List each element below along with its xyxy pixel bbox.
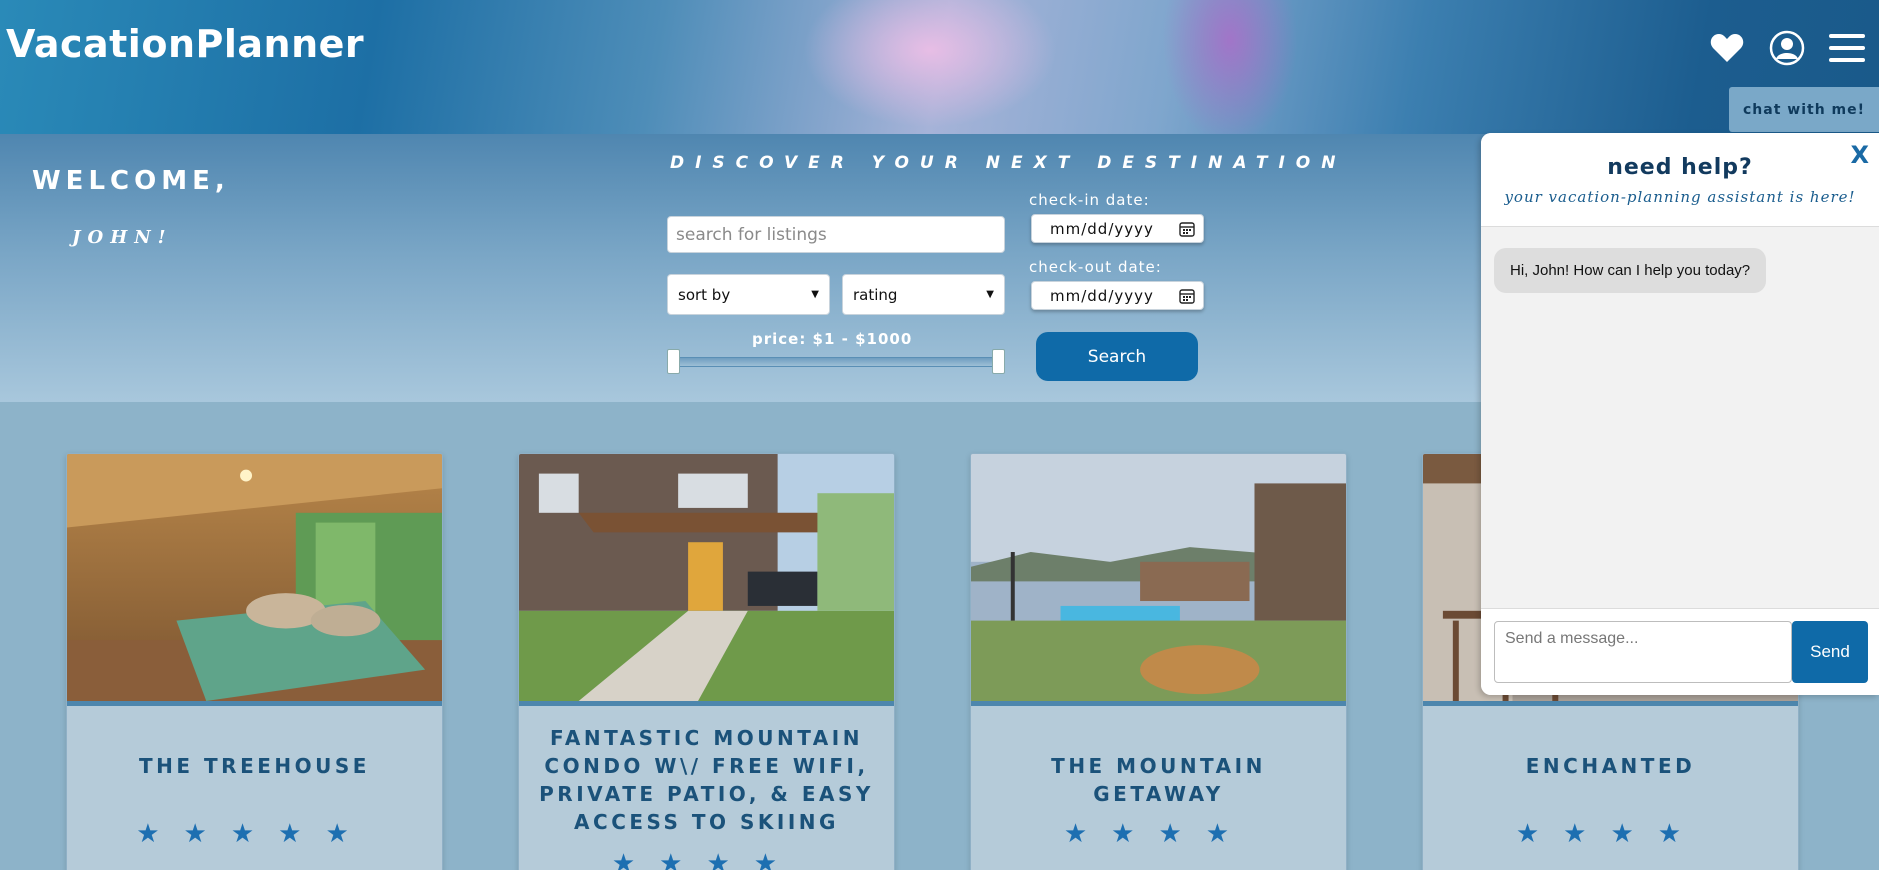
heart-icon [1710,34,1744,62]
search-input[interactable] [667,216,1005,253]
listing-photo[interactable] [519,454,894,706]
listing-photo[interactable] [67,454,442,706]
search-button[interactable]: Search [1036,332,1198,381]
calendar-icon[interactable] [1179,288,1195,304]
app-logo[interactable]: VacationPlanner [6,22,364,66]
price-min-handle[interactable] [667,349,680,374]
chat-panel: need help? your vacation-planning assist… [1481,133,1879,695]
chat-message: Hi, John! How can I help you today? [1494,248,1767,293]
checkout-value: mm/dd/yyyy [1050,286,1154,305]
price-range-label: price: $1 - $1000 [752,330,913,348]
listing-title[interactable]: THE TREEHOUSE [77,752,432,780]
header-icons [1707,28,1867,68]
sort-order-label: rating [853,285,898,304]
listing-title[interactable]: ENCHANTED [1433,752,1788,780]
account-button[interactable] [1767,28,1807,68]
price-slider-track[interactable] [670,357,1004,367]
welcome-name: JOHN! [72,227,173,248]
listing-card[interactable]: THE TREEHOUSE ★★★★★ [66,453,443,870]
chat-tab-button[interactable]: chat with me! [1729,87,1879,132]
checkout-label: check-out date: [1029,258,1162,276]
listing-card[interactable]: FANTASTIC MOUNTAIN CONDO W\/ FREE WIFI, … [518,453,895,870]
menu-icon [1829,34,1865,62]
sort-order-select[interactable]: rating ▼ [842,274,1005,315]
checkout-date-input[interactable]: mm/dd/yyyy [1031,281,1204,310]
welcome-heading: WELCOME, [32,166,230,196]
close-icon[interactable]: X [1850,141,1869,169]
star-rating: ★★★★ [1515,819,1706,849]
chat-header: need help? your vacation-planning assist… [1481,133,1879,227]
chevron-down-icon: ▼ [986,289,994,300]
star-rating: ★★★★ [1063,819,1254,849]
chat-message-input[interactable] [1494,621,1792,683]
favorites-button[interactable] [1707,28,1747,68]
checkin-value: mm/dd/yyyy [1050,219,1154,238]
calendar-icon[interactable] [1179,221,1195,237]
listing-title[interactable]: FANTASTIC MOUNTAIN CONDO W\/ FREE WIFI, … [529,724,884,836]
chevron-down-icon: ▼ [811,289,819,300]
star-rating: ★★★★★ [136,819,373,849]
checkin-date-input[interactable]: mm/dd/yyyy [1031,214,1204,243]
chat-footer: Send [1481,608,1879,695]
sort-by-label: sort by [678,285,731,304]
header-banner [0,0,1879,134]
chat-title: need help? [1607,155,1753,180]
listing-card[interactable]: THE MOUNTAIN GETAWAY ★★★★ [970,453,1347,870]
sort-by-select[interactable]: sort by ▼ [667,274,830,315]
price-max-handle[interactable] [992,349,1005,374]
star-rating: ★★★★ [611,849,802,870]
listing-title[interactable]: THE MOUNTAIN GETAWAY [981,752,1336,808]
chat-subtitle: your vacation-planning assistant is here… [1504,188,1856,206]
discover-heading: DISCOVER YOUR NEXT DESTINATION [670,153,1347,173]
checkin-label: check-in date: [1029,191,1150,209]
send-button[interactable]: Send [1792,621,1868,683]
user-icon [1769,30,1805,66]
menu-button[interactable] [1827,28,1867,68]
listing-photo[interactable] [971,454,1346,706]
